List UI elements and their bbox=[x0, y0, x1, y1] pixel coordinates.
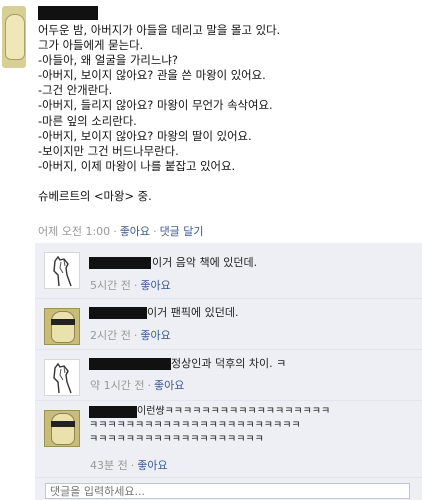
separator: · bbox=[133, 279, 138, 292]
post: 어두운 밤, 아버지가 아들을 데리고 말을 몰고 있다. 그가 아들에게 묻는… bbox=[0, 0, 422, 244]
post-line: -아버지, 이제 마왕이 나를 붙잡고 있어요. bbox=[38, 158, 236, 173]
comment-meta: 5시간 전 · 좋아요 bbox=[90, 277, 171, 293]
comment-like-link[interactable]: 좋아요 bbox=[140, 279, 170, 292]
post-line: -보이지만 그건 버드나무란다. bbox=[38, 143, 179, 158]
poster-name-redacted bbox=[38, 6, 98, 20]
post-line: -아버지, 보이지 않아요? 관을 쓴 마왕이 있어요. bbox=[38, 68, 266, 83]
comment-input-row bbox=[35, 478, 422, 500]
commenter-avatar[interactable] bbox=[44, 252, 80, 289]
comment-item: 이런썅ㅋㅋㅋㅋㅋㅋㅋㅋㅋㅋㅋㅋㅋㅋㅋㅋㅋㅋ ㅋㅋㅋㅋㅋㅋㅋㅋㅋㅋㅋㅋㅋㅋㅋㅋㅋㅋ… bbox=[35, 401, 422, 478]
commenter-name-redacted bbox=[89, 307, 147, 319]
separator: · bbox=[133, 329, 138, 342]
comment-item: 이거 음악 책에 있던데. 5시간 전 · 좋아요 bbox=[35, 243, 422, 299]
horse-drawing-icon bbox=[53, 255, 72, 287]
comment-list: 이거 음악 책에 있던데. 5시간 전 · 좋아요 이거 팬픽에 있던데. 2시간 … bbox=[35, 243, 422, 500]
post-line-blank bbox=[38, 174, 418, 189]
comment-link[interactable]: 댓글 달기 bbox=[160, 225, 204, 238]
post-line: 어두운 밤, 아버지가 아들을 데리고 말을 몰고 있다. bbox=[38, 23, 281, 37]
comment-text: 이런썅ㅋㅋㅋㅋㅋㅋㅋㅋㅋㅋㅋㅋㅋㅋㅋㅋㅋㅋ ㅋㅋㅋㅋㅋㅋㅋㅋㅋㅋㅋㅋㅋㅋㅋㅋㅋㅋ… bbox=[89, 406, 331, 445]
comment-text: 이거 음악 책에 있던데. bbox=[152, 256, 258, 269]
comment-text: 정상인과 덕후의 차이. ㅋ bbox=[171, 357, 287, 370]
post-line: -그건 안개란다. bbox=[38, 83, 113, 98]
like-link[interactable]: 좋아요 bbox=[120, 225, 150, 238]
post-line: -아버지, 보이지 않아요? 마왕의 딸이 있어요. bbox=[38, 128, 252, 143]
comment-meta: 2시간 전 · 좋아요 bbox=[90, 327, 171, 343]
comment-item: 이거 팬픽에 있던데. 2시간 전 · 좋아요 bbox=[35, 299, 422, 350]
post-line: 슈베르트의 <마왕> 중. bbox=[38, 189, 152, 204]
horse-drawing-icon bbox=[53, 362, 72, 394]
comment-like-link[interactable]: 좋아요 bbox=[140, 329, 170, 342]
comment-text: 이거 팬픽에 있던데. bbox=[147, 306, 239, 319]
post-footer: 어제 오전 1:00 · 좋아요 · 댓글 달기 bbox=[38, 223, 204, 239]
poster-avatar[interactable] bbox=[2, 6, 26, 68]
separator: · bbox=[113, 225, 117, 238]
post-timestamp[interactable]: 어제 오전 1:00 bbox=[38, 225, 110, 238]
comment-input[interactable] bbox=[45, 483, 410, 499]
comment-item: 정상인과 덕후의 차이. ㅋ 약 1시간 전 · 좋아요 bbox=[35, 350, 422, 401]
commenter-avatar[interactable] bbox=[44, 410, 80, 447]
separator: · bbox=[147, 379, 151, 392]
post-line: -아버지, 들리지 않아요? 마왕이 무언가 속삭여요. bbox=[38, 98, 273, 113]
facebook-post-page: 어두운 밤, 아버지가 아들을 데리고 말을 몰고 있다. 그가 아들에게 묻는… bbox=[0, 0, 422, 500]
commenter-name-redacted bbox=[89, 257, 151, 269]
commenter-avatar[interactable] bbox=[44, 359, 80, 396]
post-body: 어두운 밤, 아버지가 아들을 데리고 말을 몰고 있다. 그가 아들에게 묻는… bbox=[38, 23, 418, 204]
post-line: -아들아, 왜 얼굴을 가리느냐? bbox=[38, 53, 178, 68]
comment-like-link[interactable]: 좋아요 bbox=[137, 459, 167, 472]
comment-time[interactable]: 5시간 전 bbox=[90, 279, 131, 292]
post-line: 그가 아들에게 묻는다. bbox=[38, 38, 144, 53]
post-line: -마른 잎의 소리란다. bbox=[38, 113, 137, 128]
comment-time[interactable]: 43분 전 bbox=[90, 459, 128, 472]
comment-meta: 약 1시간 전 · 좋아요 bbox=[90, 377, 184, 393]
separator: · bbox=[130, 459, 135, 472]
comment-time[interactable]: 약 1시간 전 bbox=[90, 379, 144, 392]
commenter-name-redacted bbox=[89, 358, 171, 370]
comment-meta: 43분 전 · 좋아요 bbox=[90, 457, 168, 473]
comment-time[interactable]: 2시간 전 bbox=[90, 329, 131, 342]
comment-like-link[interactable]: 좋아요 bbox=[154, 379, 184, 392]
commenter-avatar[interactable] bbox=[44, 308, 80, 345]
separator: · bbox=[153, 225, 157, 238]
